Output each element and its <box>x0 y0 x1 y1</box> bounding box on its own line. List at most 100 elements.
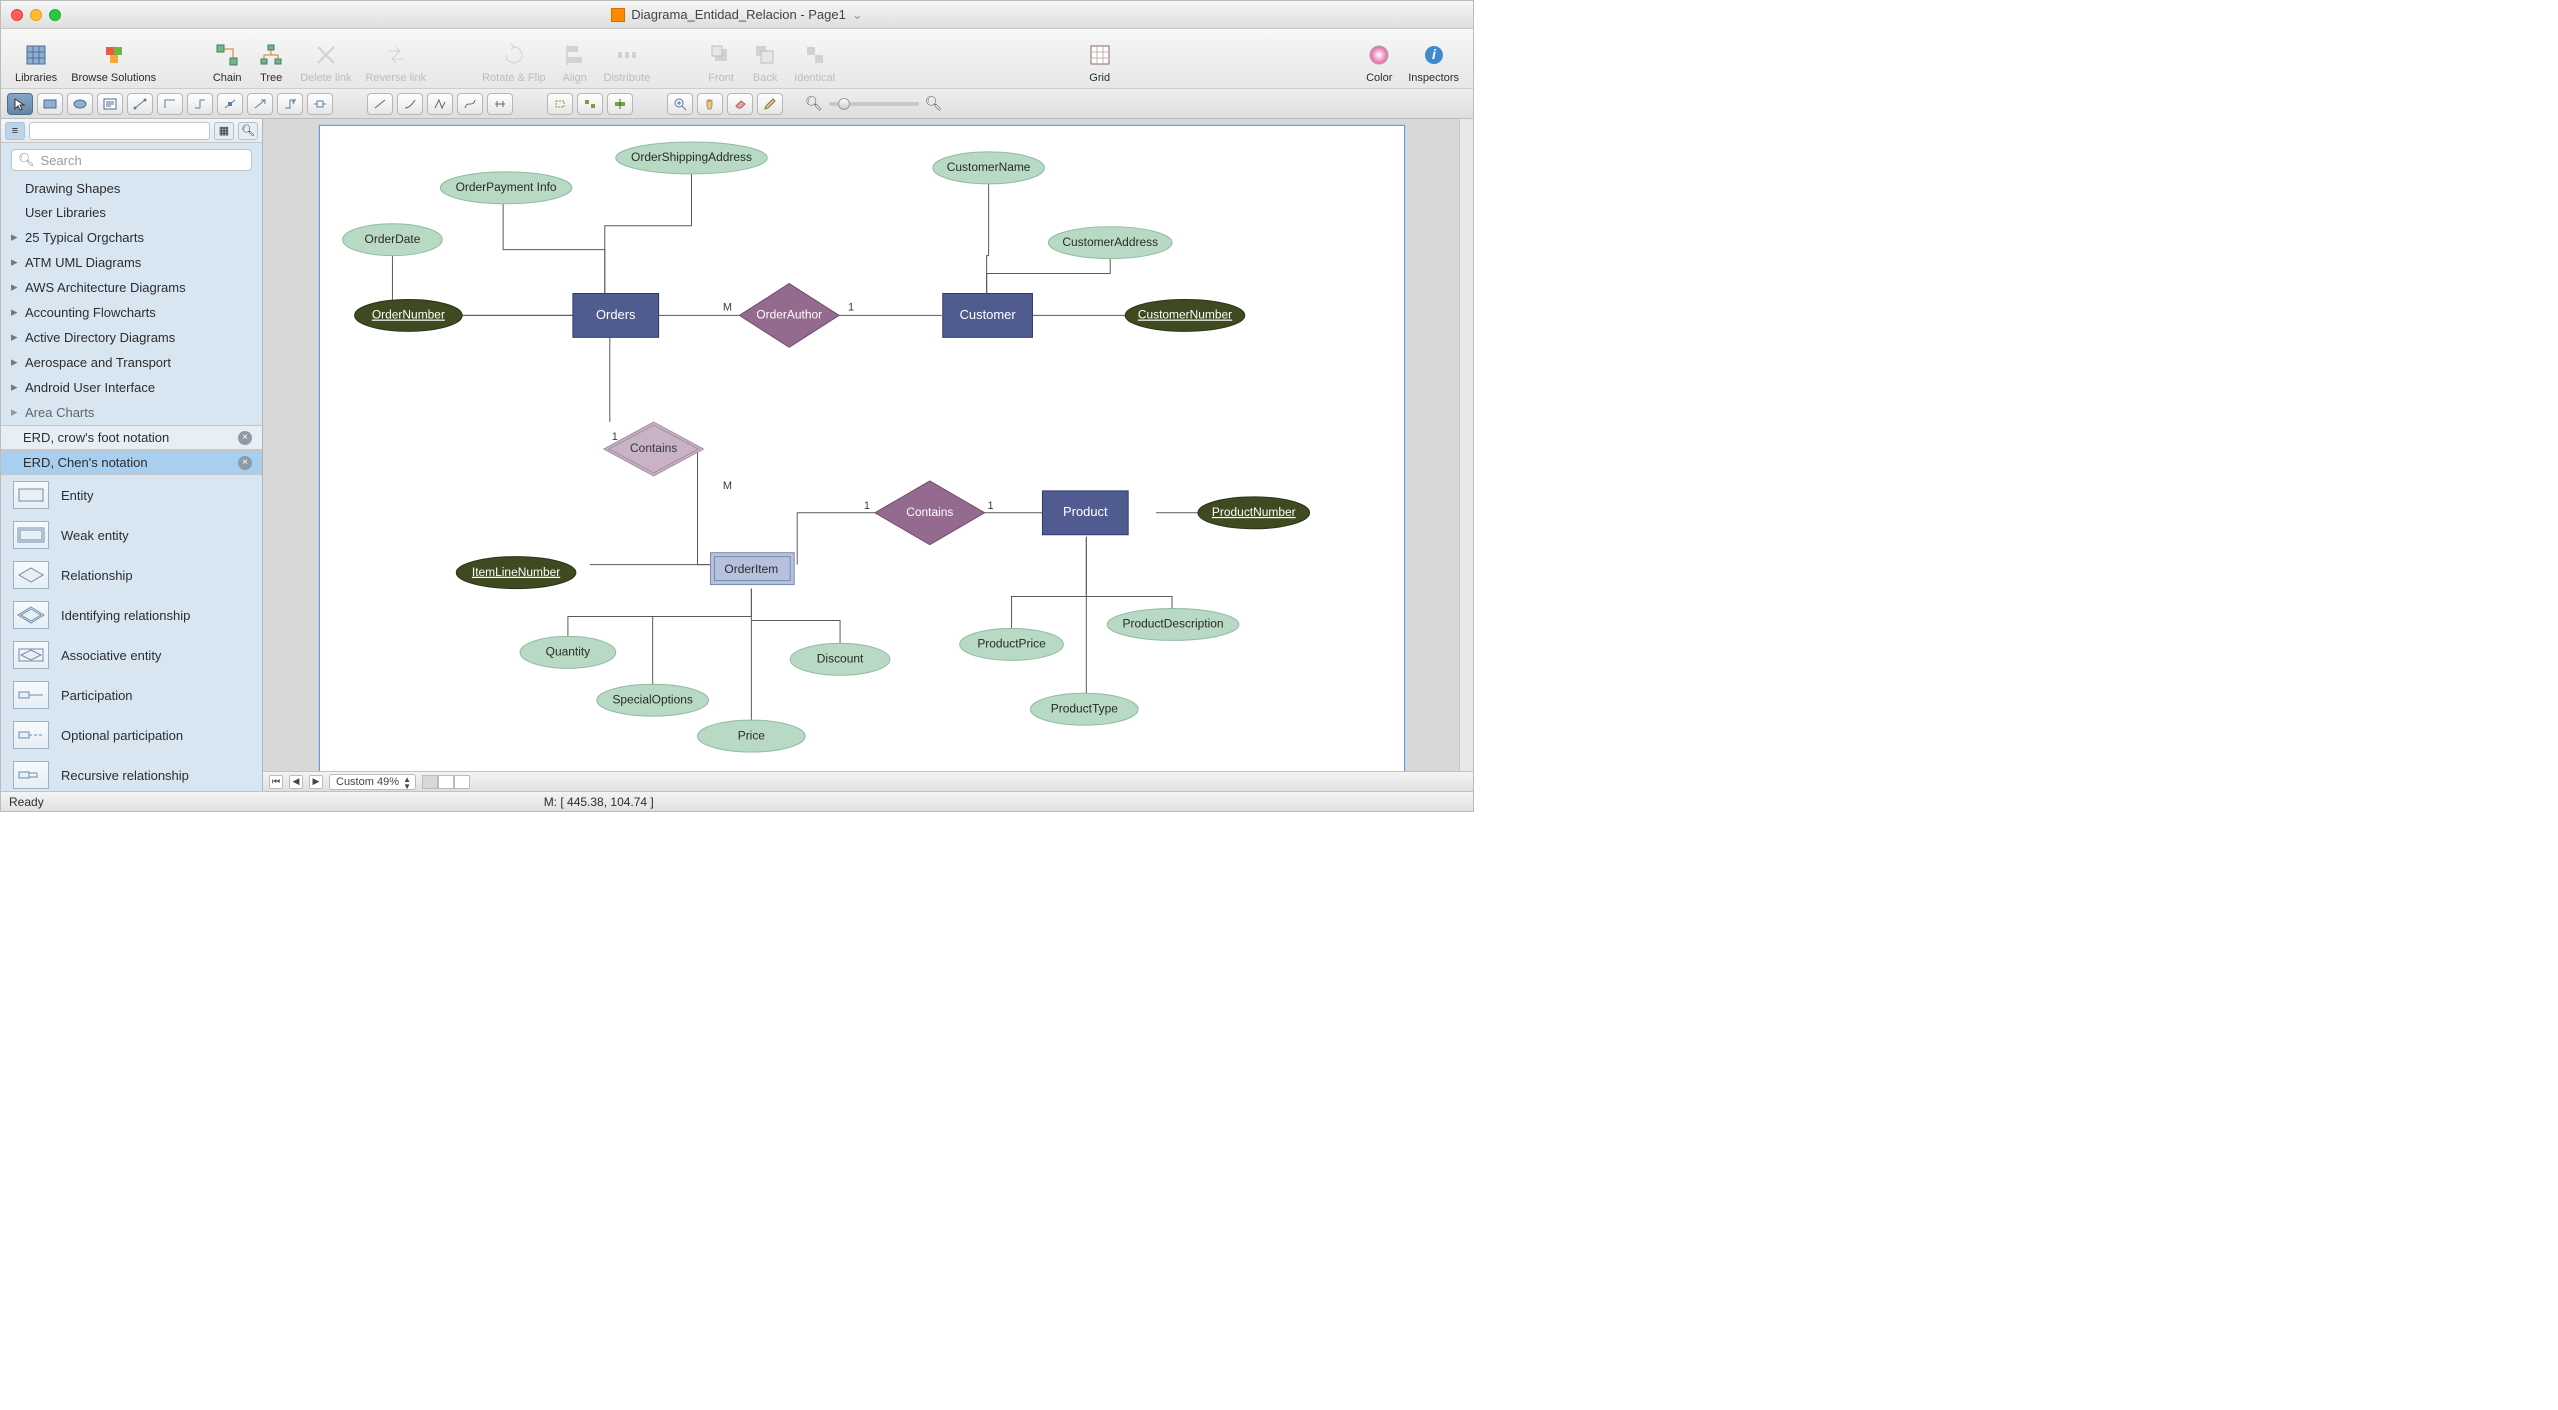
connector-tool-5[interactable] <box>247 93 273 115</box>
line-tool-1[interactable] <box>367 93 393 115</box>
zoom-out-icon[interactable]: 🔍︎ <box>805 95 823 112</box>
lib-user-libraries[interactable]: User Libraries <box>1 201 262 225</box>
eraser-tool[interactable] <box>727 93 753 115</box>
align-icon <box>563 43 587 67</box>
nav-prev-page[interactable]: ◀ <box>289 775 303 789</box>
attr-customeraddress[interactable]: CustomerAddress <box>1048 227 1172 259</box>
zoom-slider-knob[interactable] <box>838 98 850 110</box>
lib-orgcharts[interactable]: ▸25 Typical Orgcharts <box>1 225 262 250</box>
sidebar-filter-input[interactable] <box>29 122 210 140</box>
zoom-in-tool[interactable] <box>667 93 693 115</box>
svg-text:OrderNumber: OrderNumber <box>372 308 445 322</box>
grid-button[interactable]: Grid <box>1079 40 1121 84</box>
sidebar-search-button[interactable]: 🔍︎ <box>238 122 258 140</box>
key-productnumber[interactable]: ProductNumber <box>1198 497 1310 529</box>
snap-tool-2[interactable] <box>577 93 603 115</box>
rel-contains-orders[interactable]: Contains <box>604 422 704 476</box>
snap-tool-1[interactable] <box>547 93 573 115</box>
line-tool-4[interactable] <box>457 93 483 115</box>
sidebar-list-view-button[interactable]: ≡ <box>5 122 25 140</box>
zoom-select[interactable]: Custom 49% ▲▼ <box>329 774 416 790</box>
stencil-crowsfoot[interactable]: ERD, crow's foot notation × <box>1 425 262 450</box>
line-tool-5[interactable] <box>487 93 513 115</box>
line-tool-2[interactable] <box>397 93 423 115</box>
connector-tool-7[interactable] <box>307 93 333 115</box>
attr-customername[interactable]: CustomerName <box>933 152 1045 184</box>
close-stencil-icon[interactable]: × <box>238 456 252 470</box>
svg-text:ProductNumber: ProductNumber <box>1212 505 1296 519</box>
lib-area-charts[interactable]: ▸Area Charts <box>1 400 262 425</box>
attr-producttype[interactable]: ProductType <box>1030 693 1138 725</box>
shape-weak-entity[interactable]: Weak entity <box>1 515 262 555</box>
attr-productprice[interactable]: ProductPrice <box>960 628 1064 660</box>
pencil-tool[interactable] <box>757 93 783 115</box>
line-tool-3[interactable] <box>427 93 453 115</box>
key-customernumber[interactable]: CustomerNumber <box>1125 299 1245 331</box>
pointer-tool[interactable] <box>7 93 33 115</box>
lib-active-directory[interactable]: ▸Active Directory Diagrams <box>1 325 262 350</box>
rel-orderauthor[interactable]: OrderAuthor <box>739 284 839 348</box>
line5-icon <box>493 98 507 110</box>
browse-solutions-button[interactable]: Browse Solutions <box>65 40 162 84</box>
nav-next-page[interactable]: ▶ <box>309 775 323 789</box>
shape-identifying-relationship[interactable]: Identifying relationship <box>1 595 262 635</box>
attr-productdescription[interactable]: ProductDescription <box>1107 609 1239 641</box>
attr-orderdate[interactable]: OrderDate <box>343 224 443 256</box>
lib-aws[interactable]: ▸AWS Architecture Diagrams <box>1 275 262 300</box>
tree-button[interactable]: Tree <box>250 40 292 84</box>
inspectors-button[interactable]: i Inspectors <box>1402 40 1465 84</box>
color-button[interactable]: Color <box>1358 40 1400 84</box>
attr-specialoptions[interactable]: SpecialOptions <box>597 684 709 716</box>
connector-tool-2[interactable] <box>157 93 183 115</box>
sidebar-grid-view-button[interactable]: ▦ <box>214 122 234 140</box>
shape-recursive-relationship[interactable]: Recursive relationship <box>1 755 262 791</box>
library-search[interactable]: 🔍︎ Search <box>11 149 252 171</box>
shape-optional-participation[interactable]: Optional participation <box>1 715 262 755</box>
key-itemlinenumber[interactable]: ItemLineNumber <box>456 557 576 589</box>
snap-tool-3[interactable] <box>607 93 633 115</box>
shape-relationship[interactable]: Relationship <box>1 555 262 595</box>
attr-price[interactable]: Price <box>698 720 806 752</box>
canvas-area: M 1 1 M <box>263 119 1473 791</box>
attr-orderpaymentinfo[interactable]: OrderPayment Info <box>440 172 572 204</box>
lib-atm-uml[interactable]: ▸ATM UML Diagrams <box>1 250 262 275</box>
lib-drawing-shapes[interactable]: Drawing Shapes <box>1 177 262 201</box>
connector-tool-1[interactable] <box>127 93 153 115</box>
ellipse-tool[interactable] <box>67 93 93 115</box>
connector-tool-4[interactable] <box>217 93 243 115</box>
close-stencil-icon[interactable]: × <box>238 431 252 445</box>
line3-icon <box>433 98 447 110</box>
attr-quantity[interactable]: Quantity <box>520 636 616 668</box>
stencil-chen[interactable]: ERD, Chen's notation × <box>1 450 262 475</box>
entity-orders[interactable]: Orders <box>573 293 659 337</box>
title-dropdown-icon[interactable]: ⌄ <box>852 7 863 23</box>
page-tabs[interactable] <box>422 775 470 789</box>
rel-contains-product[interactable]: Contains <box>875 481 985 545</box>
svg-text:ProductPrice: ProductPrice <box>977 637 1046 651</box>
chain-button[interactable]: Chain <box>206 40 248 84</box>
hand-tool[interactable] <box>697 93 723 115</box>
rect-tool[interactable] <box>37 93 63 115</box>
canvas-scroll[interactable]: M 1 1 M <box>263 119 1473 771</box>
zoom-slider-track[interactable] <box>829 102 919 106</box>
lib-android[interactable]: ▸Android User Interface <box>1 375 262 400</box>
lib-accounting[interactable]: ▸Accounting Flowcharts <box>1 300 262 325</box>
attr-discount[interactable]: Discount <box>790 643 890 675</box>
zoom-in-icon[interactable]: 🔍︎ <box>925 95 943 112</box>
text-icon <box>103 98 117 110</box>
vertical-scrollbar[interactable] <box>1459 119 1473 771</box>
lib-aerospace[interactable]: ▸Aerospace and Transport <box>1 350 262 375</box>
key-ordernumber[interactable]: OrderNumber <box>355 299 463 331</box>
text-tool[interactable] <box>97 93 123 115</box>
libraries-button[interactable]: Libraries <box>9 40 63 84</box>
entity-product[interactable]: Product <box>1042 491 1128 535</box>
nav-first-page[interactable]: ⏮ <box>269 775 283 789</box>
shape-associative-entity[interactable]: Associative entity <box>1 635 262 675</box>
connector-tool-3[interactable] <box>187 93 213 115</box>
shape-participation[interactable]: Participation <box>1 675 262 715</box>
connector-tool-6[interactable] <box>277 93 303 115</box>
attr-ordershippingaddress[interactable]: OrderShippingAddress <box>616 142 768 174</box>
shape-entity[interactable]: Entity <box>1 475 262 515</box>
entity-customer[interactable]: Customer <box>943 293 1033 337</box>
entity-orderitem[interactable]: OrderItem <box>710 553 794 585</box>
